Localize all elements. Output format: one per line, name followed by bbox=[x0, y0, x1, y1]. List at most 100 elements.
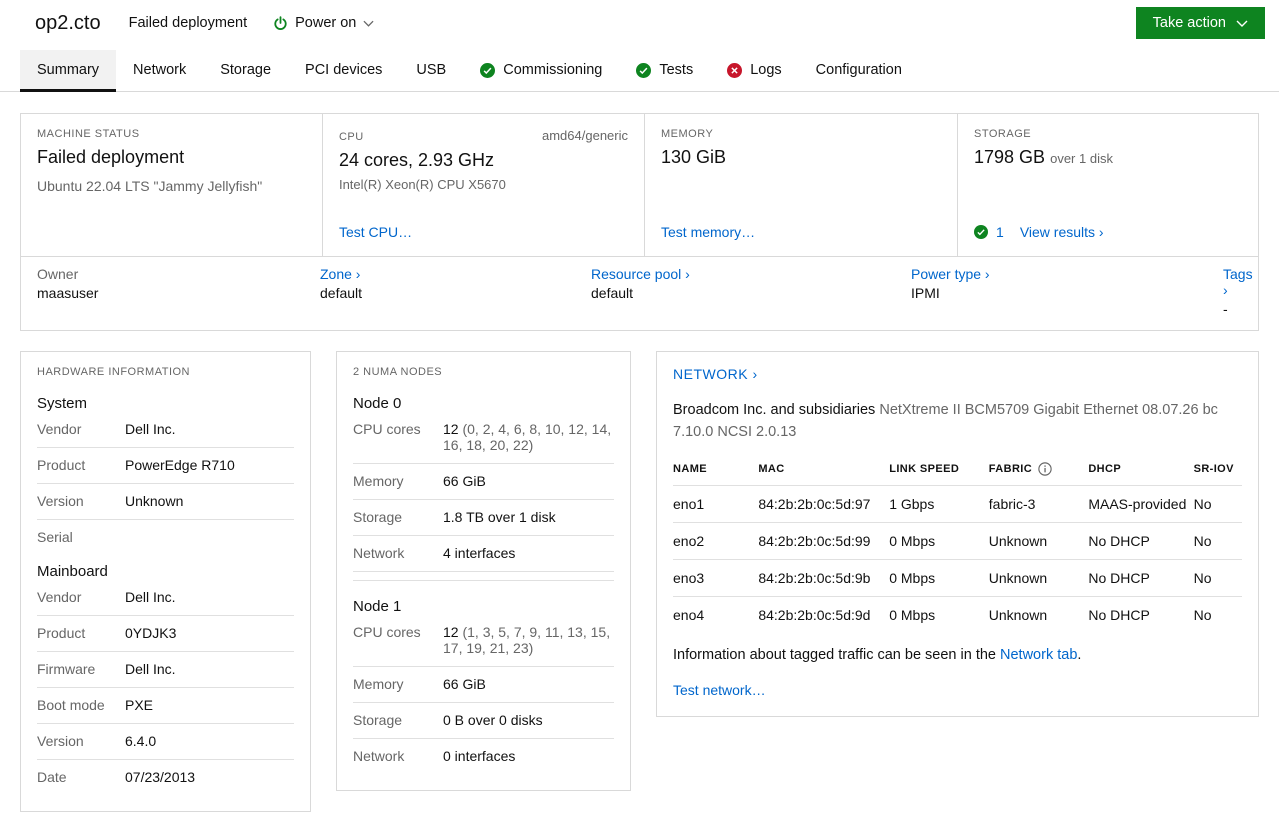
network-tab-link[interactable]: Network tab bbox=[1000, 647, 1077, 663]
machine-status-label: MACHINE STATUS bbox=[37, 128, 140, 140]
numa-node0-title: Node 0 bbox=[353, 395, 402, 412]
success-icon bbox=[974, 225, 989, 239]
tags-value: - bbox=[1223, 301, 1228, 317]
tags-link[interactable]: Tags › bbox=[1223, 266, 1253, 298]
numa-node1-title: Node 1 bbox=[353, 598, 402, 615]
take-action-label: Take action bbox=[1152, 15, 1226, 31]
take-action-button[interactable]: Take action bbox=[1135, 7, 1265, 39]
test-memory-link[interactable]: Test memory… bbox=[661, 224, 755, 240]
machine-title: op2.cto bbox=[35, 11, 101, 34]
numa-row: Memory 66 GiB bbox=[353, 464, 614, 500]
cpu-value: 24 cores, 2.93 GHz bbox=[338, 150, 495, 170]
tab-tests[interactable]: Tests bbox=[619, 50, 710, 92]
power-dropdown[interactable]: Power on bbox=[273, 15, 374, 31]
storage-card: STORAGE 1798 GB over 1 disk 1 View resul… bbox=[957, 114, 1258, 256]
cpu-label: CPU bbox=[338, 131, 364, 143]
network-panel: NETWORK › Broadcom Inc. and subsidiaries… bbox=[656, 351, 1259, 717]
mainboard-section-title: Mainboard bbox=[37, 563, 108, 580]
owner-label: Owner bbox=[37, 266, 79, 282]
test-cpu-link[interactable]: Test CPU… bbox=[339, 224, 412, 240]
cpu-model: Intel(R) Xeon(R) CPU X5670 bbox=[338, 177, 506, 192]
numa-row: Memory 66 GiB bbox=[353, 667, 614, 703]
storage-result-count: 1 bbox=[996, 224, 1004, 240]
hw-row: Version 6.4.0 bbox=[37, 724, 294, 760]
overview-card: MACHINE STATUS Failed deployment Ubuntu … bbox=[20, 113, 1259, 331]
network-heading-link[interactable]: NETWORK › bbox=[673, 366, 758, 382]
table-row: eno4 84:2b:2b:0c:5d:9d 0 Mbps Unknown No DHC… bbox=[673, 606, 1212, 623]
numa-row: Storage 0 B over 0 disks bbox=[353, 703, 614, 739]
meta-owner: Owner maasuser bbox=[37, 266, 320, 317]
interfaces-table-header: NAME MAC LINK SPEED FABRIC DHCP SR-IOV bbox=[673, 453, 1242, 486]
memory-label: MEMORY bbox=[661, 128, 714, 140]
col-fabric: FABRIC bbox=[988, 462, 1033, 475]
power-type-value: IPMI bbox=[911, 285, 940, 301]
storage-value: 1798 GB over 1 disk bbox=[974, 147, 1113, 167]
numa-row: Network 0 interfaces bbox=[353, 748, 516, 764]
machine-os: Ubuntu 22.04 LTS "Jammy Jellyfish" bbox=[37, 178, 263, 194]
numa-node-divider bbox=[353, 580, 614, 581]
tab-usb[interactable]: USB bbox=[399, 50, 463, 92]
numa-row: Network 4 interfaces bbox=[353, 536, 614, 572]
machine-status-card: MACHINE STATUS Failed deployment Ubuntu … bbox=[21, 114, 322, 256]
resource-pool-link[interactable]: Resource pool › bbox=[591, 266, 690, 282]
power-type-link[interactable]: Power type › bbox=[911, 266, 990, 282]
numa-nodes-panel: 2 NUMA NODES Node 0 CPU cores 12 (0, 2, 4… bbox=[336, 351, 631, 791]
view-results-link[interactable]: View results › bbox=[1020, 224, 1104, 240]
tab-storage[interactable]: Storage bbox=[203, 50, 288, 92]
interfaces-table: NAME MAC LINK SPEED FABRIC DHCP SR-IOV e… bbox=[673, 453, 1242, 633]
col-mac: MAC bbox=[758, 453, 890, 486]
hw-row: Serial bbox=[37, 529, 73, 545]
machine-status-text: Failed deployment bbox=[128, 15, 248, 31]
meta-zone: Zone › default bbox=[320, 266, 591, 317]
numa-heading: 2 NUMA NODES bbox=[353, 366, 443, 378]
info-icon[interactable] bbox=[1038, 461, 1052, 476]
resource-pool-value: default bbox=[591, 285, 634, 301]
memory-value: 130 GiB bbox=[661, 147, 727, 167]
machine-tabs: Summary Network Storage PCI devices USB … bbox=[0, 50, 1279, 92]
tab-commissioning[interactable]: Commissioning bbox=[463, 50, 619, 92]
hw-row: Vendor Dell Inc. bbox=[37, 580, 294, 616]
hw-row: Product 0YDJK3 bbox=[37, 616, 294, 652]
chevron-down-icon bbox=[363, 20, 374, 27]
hw-row: Boot mode PXE bbox=[37, 688, 294, 724]
zone-link[interactable]: Zone › bbox=[320, 266, 360, 282]
hw-row: Date 07/23/2013 bbox=[37, 769, 196, 785]
machine-header: op2.cto Failed deployment Power on Take … bbox=[0, 0, 1279, 46]
hw-row: Product PowerEdge R710 bbox=[37, 448, 294, 484]
numa-row: CPU cores 12 (1, 3, 5, 7, 9, 11, 13, 15, … bbox=[353, 615, 614, 667]
storage-label: STORAGE bbox=[974, 128, 1032, 140]
machine-meta-row: Owner maasuser Zone › default Resource p… bbox=[21, 256, 1258, 330]
tab-configuration[interactable]: Configuration bbox=[799, 50, 919, 92]
hardware-heading: HARDWARE INFORMATION bbox=[37, 366, 190, 378]
table-row: eno3 84:2b:2b:0c:5d:9b 0 Mbps Unknown No DHC… bbox=[673, 559, 1242, 597]
success-icon bbox=[636, 62, 652, 78]
hw-row: Firmware Dell Inc. bbox=[37, 652, 294, 688]
tab-summary[interactable]: Summary bbox=[20, 50, 117, 92]
meta-resource-pool: Resource pool › default bbox=[591, 266, 911, 317]
numa-row: Storage 1.8 TB over 1 disk bbox=[353, 500, 614, 536]
memory-card: MEMORY 130 GiB Test memory… bbox=[644, 114, 957, 256]
zone-value: default bbox=[320, 285, 363, 301]
cpu-card: CPU amd64/generic 24 cores, 2.93 GHz Int… bbox=[321, 114, 644, 256]
owner-value: maasuser bbox=[37, 285, 99, 301]
success-icon bbox=[480, 62, 496, 78]
col-dhcp: DHCP bbox=[1088, 453, 1194, 486]
cpu-arch: amd64/generic bbox=[542, 128, 628, 143]
tab-pci-devices[interactable]: PCI devices bbox=[288, 50, 399, 92]
test-network-link[interactable]: Test network… bbox=[673, 682, 766, 698]
system-section-title: System bbox=[37, 395, 88, 412]
tagged-traffic-note: Information about tagged traffic can be … bbox=[673, 646, 1082, 663]
table-row: eno2 84:2b:2b:0c:5d:99 0 Mbps Unknown No DHC… bbox=[673, 522, 1242, 560]
col-name: NAME bbox=[673, 453, 759, 486]
table-row: eno1 84:2b:2b:0c:5d:97 1 Gbps fabric-3 MAAS-… bbox=[673, 485, 1242, 523]
tab-logs[interactable]: Logs bbox=[710, 50, 798, 92]
chevron-down-icon bbox=[1236, 15, 1248, 31]
tab-network[interactable]: Network bbox=[116, 50, 203, 92]
error-icon bbox=[727, 62, 743, 78]
hw-row: Version Unknown bbox=[37, 484, 294, 520]
col-link-speed: LINK SPEED bbox=[889, 453, 989, 486]
meta-tags: Tags › - bbox=[1223, 266, 1253, 317]
storage-suffix: over 1 disk bbox=[1050, 151, 1113, 166]
power-label: Power on bbox=[295, 15, 357, 31]
col-sriov: SR-IOV bbox=[1193, 453, 1242, 486]
